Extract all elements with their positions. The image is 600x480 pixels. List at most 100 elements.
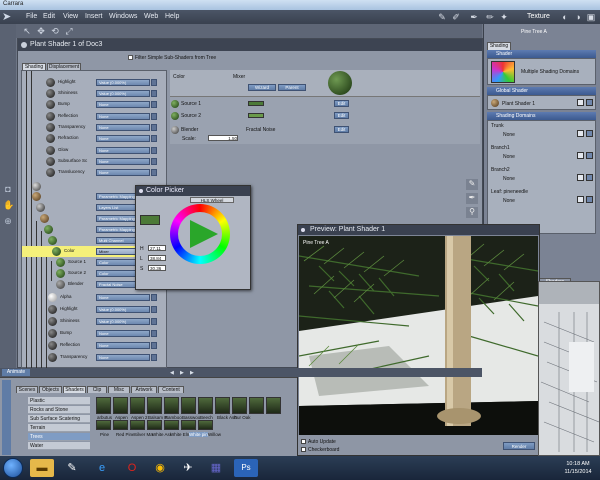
tree-row[interactable]: Refraction None <box>22 133 168 144</box>
shader-thumb[interactable] <box>113 420 128 430</box>
tree-row[interactable]: Bump None <box>22 328 168 339</box>
star-tool-icon[interactable]: ✦ <box>499 12 509 22</box>
ie-icon[interactable]: e <box>90 459 114 477</box>
domain-x-icon[interactable] <box>577 130 584 137</box>
chrome-icon[interactable]: ◉ <box>148 459 172 477</box>
domain-x-icon[interactable] <box>577 196 584 203</box>
camera-icon[interactable]: ◘ <box>3 184 13 194</box>
hand-icon[interactable]: ✋ <box>3 200 14 210</box>
menu-web[interactable]: Web <box>144 13 158 20</box>
play-icon[interactable]: ▶ <box>180 370 186 376</box>
brush-icon[interactable]: ✎ <box>466 179 478 190</box>
close-icon[interactable] <box>301 228 305 232</box>
tree-row[interactable]: Bump None <box>22 99 168 110</box>
category-item[interactable]: Water <box>28 442 90 450</box>
global-shader-menu-icon[interactable] <box>586 99 593 106</box>
shader-thumb[interactable] <box>164 420 179 430</box>
parent-button[interactable]: Parent <box>278 84 306 91</box>
close-icon[interactable] <box>139 189 143 193</box>
tab-artwork[interactable]: Artwork <box>131 386 157 393</box>
pen-tool-icon[interactable]: ✏ <box>485 12 495 22</box>
blender-edit-button[interactable]: Edit <box>334 126 349 133</box>
forward-icon[interactable]: ▶ <box>190 370 196 376</box>
pen-icon[interactable]: ✒ <box>466 193 478 204</box>
start-button[interactable] <box>3 458 23 478</box>
shader-thumb[interactable] <box>147 397 162 414</box>
app-icon[interactable]: ✈ <box>176 459 200 477</box>
scale-tool-icon[interactable]: ⤢ <box>64 26 74 36</box>
category-item[interactable]: Rocks and Stone <box>28 406 90 414</box>
domain-x-icon[interactable] <box>577 152 584 159</box>
shader-thumb[interactable] <box>96 397 111 414</box>
close-icon[interactable] <box>21 42 27 48</box>
shader-thumb[interactable] <box>113 397 128 414</box>
tree-row[interactable]: Reflection None <box>22 111 168 122</box>
tree-row[interactable]: Highlight Value (0.000%) <box>22 304 168 315</box>
shader-thumb[interactable] <box>96 420 111 430</box>
checkerboard-checkbox[interactable] <box>301 447 306 452</box>
photoshop-icon[interactable]: Ps <box>234 459 258 477</box>
menu-windows[interactable]: Windows <box>109 13 137 20</box>
category-item[interactable]: Plastic <box>28 397 90 405</box>
carrara-logo-icon[interactable]: ➤ <box>2 11 20 23</box>
tree-row[interactable]: Transparency None <box>22 352 168 363</box>
select-tool-icon[interactable]: ↖ <box>22 26 32 36</box>
global-shader-header[interactable]: Global Shader <box>487 87 596 95</box>
tree-row[interactable]: Alpha None <box>22 292 168 303</box>
rotate-tool-icon[interactable]: ⟲ <box>50 26 60 36</box>
room-render-icon[interactable]: ◑ <box>573 12 583 22</box>
menu-help[interactable]: Help <box>165 13 179 20</box>
tab-content[interactable]: Content <box>158 386 184 393</box>
brush-tool-icon[interactable]: ✒ <box>469 12 479 22</box>
zoom-icon[interactable]: ⊕ <box>3 216 13 226</box>
browser-side-tab[interactable] <box>2 380 11 455</box>
rewind-icon[interactable]: ◀ <box>170 370 176 376</box>
tree-row[interactable]: Highlight Value (0.000%) <box>22 77 168 88</box>
tree-row[interactable]: Shininess Value (0.000%) <box>22 316 168 327</box>
render-button[interactable]: Render <box>503 442 535 450</box>
source2-edit-button[interactable]: Edit <box>334 112 349 119</box>
app-icon-2[interactable]: ▦ <box>204 459 228 477</box>
tree-row[interactable]: Reflection None <box>22 340 168 351</box>
eyedropper-tool-icon[interactable]: ✎ <box>437 12 447 22</box>
h-input[interactable]: 27.11 <box>148 245 166 251</box>
opera-icon[interactable]: O <box>120 459 144 477</box>
tab-clip[interactable]: Clip <box>87 386 107 393</box>
source1-edit-button[interactable]: Edit <box>334 100 349 107</box>
tab-scenes[interactable]: Scenes <box>16 386 38 393</box>
tab-misc[interactable]: Misc <box>108 386 130 393</box>
tree-row[interactable]: Subsurface Sc None <box>22 156 168 167</box>
domain-menu-icon[interactable] <box>586 174 593 181</box>
menu-insert[interactable]: Insert <box>85 13 103 20</box>
shader-thumb[interactable] <box>164 397 179 414</box>
shader-thumb[interactable] <box>215 397 230 414</box>
preview-render[interactable]: Pine Tree A <box>299 236 538 435</box>
domain-menu-icon[interactable] <box>586 196 593 203</box>
move-tool-icon[interactable]: ✥ <box>36 26 46 36</box>
shader-thumb[interactable] <box>249 397 264 414</box>
domain-menu-icon[interactable] <box>586 152 593 159</box>
shader-thumb[interactable] <box>181 420 196 430</box>
domain-x-icon[interactable] <box>577 174 584 181</box>
s-input[interactable]: 30.36 <box>148 265 166 271</box>
shader-header[interactable]: Shader <box>487 50 596 58</box>
tab-shading[interactable]: Shading <box>22 63 46 70</box>
tab-displacement[interactable]: Displacement <box>47 63 81 70</box>
category-item[interactable]: Sub Surface Scatering <box>28 415 90 423</box>
tree-row[interactable]: Shininess Value (0.000%) <box>22 88 168 99</box>
shader-thumb[interactable] <box>130 420 145 430</box>
link-icon[interactable]: ⚲ <box>466 207 478 218</box>
tree-row[interactable]: Glow None <box>22 145 168 156</box>
animate-tab[interactable]: Animate <box>2 369 30 376</box>
menu-file[interactable]: File <box>26 13 37 20</box>
explorer-icon[interactable]: ▬ <box>30 459 54 477</box>
source2-color-swatch[interactable] <box>248 113 264 118</box>
shader-thumb[interactable] <box>147 420 162 430</box>
auto-update-checkbox[interactable] <box>301 439 306 444</box>
shader-thumb[interactable] <box>198 397 213 414</box>
tab-shading-right[interactable]: Shading <box>487 42 511 50</box>
category-item-selected[interactable]: Trees <box>28 433 90 441</box>
hls-color-wheel[interactable] <box>170 204 230 264</box>
shader-thumb[interactable] <box>198 420 213 430</box>
shading-domains-header[interactable]: Shading Domains <box>487 112 596 120</box>
